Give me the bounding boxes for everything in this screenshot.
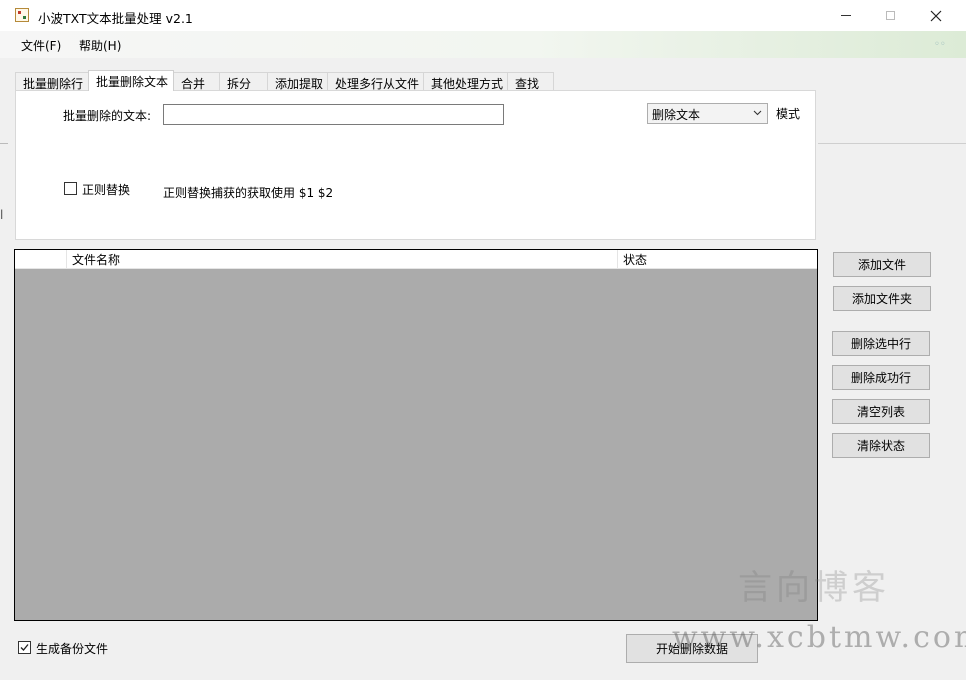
column-header-status[interactable]: 状态 [618,250,817,268]
tab-split[interactable]: 拆分 [219,72,268,91]
checkmark-icon [20,644,29,651]
menu-file[interactable]: 文件(F) [21,37,61,54]
menu-bar: 文件(F) 帮助(H) ◦◦ [0,31,966,58]
tab-batch-delete-lines[interactable]: 批量删除行 [15,72,89,91]
backup-label[interactable]: 生成备份文件 [36,640,108,657]
background-edge [818,143,966,144]
list-header: 文件名称 状态 [15,250,817,269]
window-title: 小波TXT文本批量处理 v2.1 [38,11,193,26]
tab-multiline-from-file[interactable]: 处理多行从文件 [327,72,424,91]
tab-batch-delete-text[interactable]: 批量删除文本 [88,70,174,91]
column-header-filename[interactable]: 文件名称 [67,250,618,268]
mode-select[interactable]: 删除文本 [647,103,768,124]
tab-panel-delete-text: 批量删除的文本: 删除文本 模式 正则替换 正则替换捕获的获取使用 $1 $2 [15,90,816,240]
regex-label[interactable]: 正则替换 [82,181,130,198]
close-button[interactable] [913,0,959,31]
file-list[interactable]: 文件名称 状态 [14,249,818,621]
background-edge [0,143,8,144]
watermark-text: 言向博客 [738,568,890,608]
backup-checkbox[interactable] [18,641,31,654]
close-icon [930,10,942,21]
clear-list-button[interactable]: 清空列表 [832,399,930,424]
background-edge-glyph: l [0,208,4,222]
tab-find[interactable]: 查找 [507,72,554,91]
add-folder-button[interactable]: 添加文件夹 [833,286,931,311]
clear-status-button[interactable]: 清除状态 [832,433,930,458]
chevron-down-icon [753,110,762,116]
tab-merge[interactable]: 合并 [173,72,220,91]
delete-text-input[interactable] [163,104,504,125]
maximize-icon [885,11,895,20]
delete-text-label: 批量删除的文本: [63,109,152,123]
tab-other-methods[interactable]: 其他处理方式 [423,72,508,91]
mode-label: 模式 [776,107,801,121]
add-file-button[interactable]: 添加文件 [833,252,931,277]
app-icon [15,8,29,22]
delete-selected-rows-button[interactable]: 删除选中行 [832,331,930,356]
menu-help[interactable]: 帮助(H) [79,37,121,54]
watermark-url: www.xcbtmw.com [672,620,966,655]
regex-hint: 正则替换捕获的获取使用 $1 $2 [163,186,334,200]
delete-success-rows-button[interactable]: 删除成功行 [832,365,930,390]
tab-add-extract[interactable]: 添加提取 [267,72,328,91]
regex-checkbox[interactable] [64,182,77,195]
minimize-button[interactable] [823,0,869,31]
menu-grip-icon: ◦◦ [934,39,946,50]
maximize-button[interactable] [867,0,913,31]
minimize-icon [841,15,851,16]
mode-select-value: 删除文本 [652,108,701,122]
column-header-index[interactable] [15,250,67,268]
title-bar: 小波TXT文本批量处理 v2.1 [0,0,966,31]
